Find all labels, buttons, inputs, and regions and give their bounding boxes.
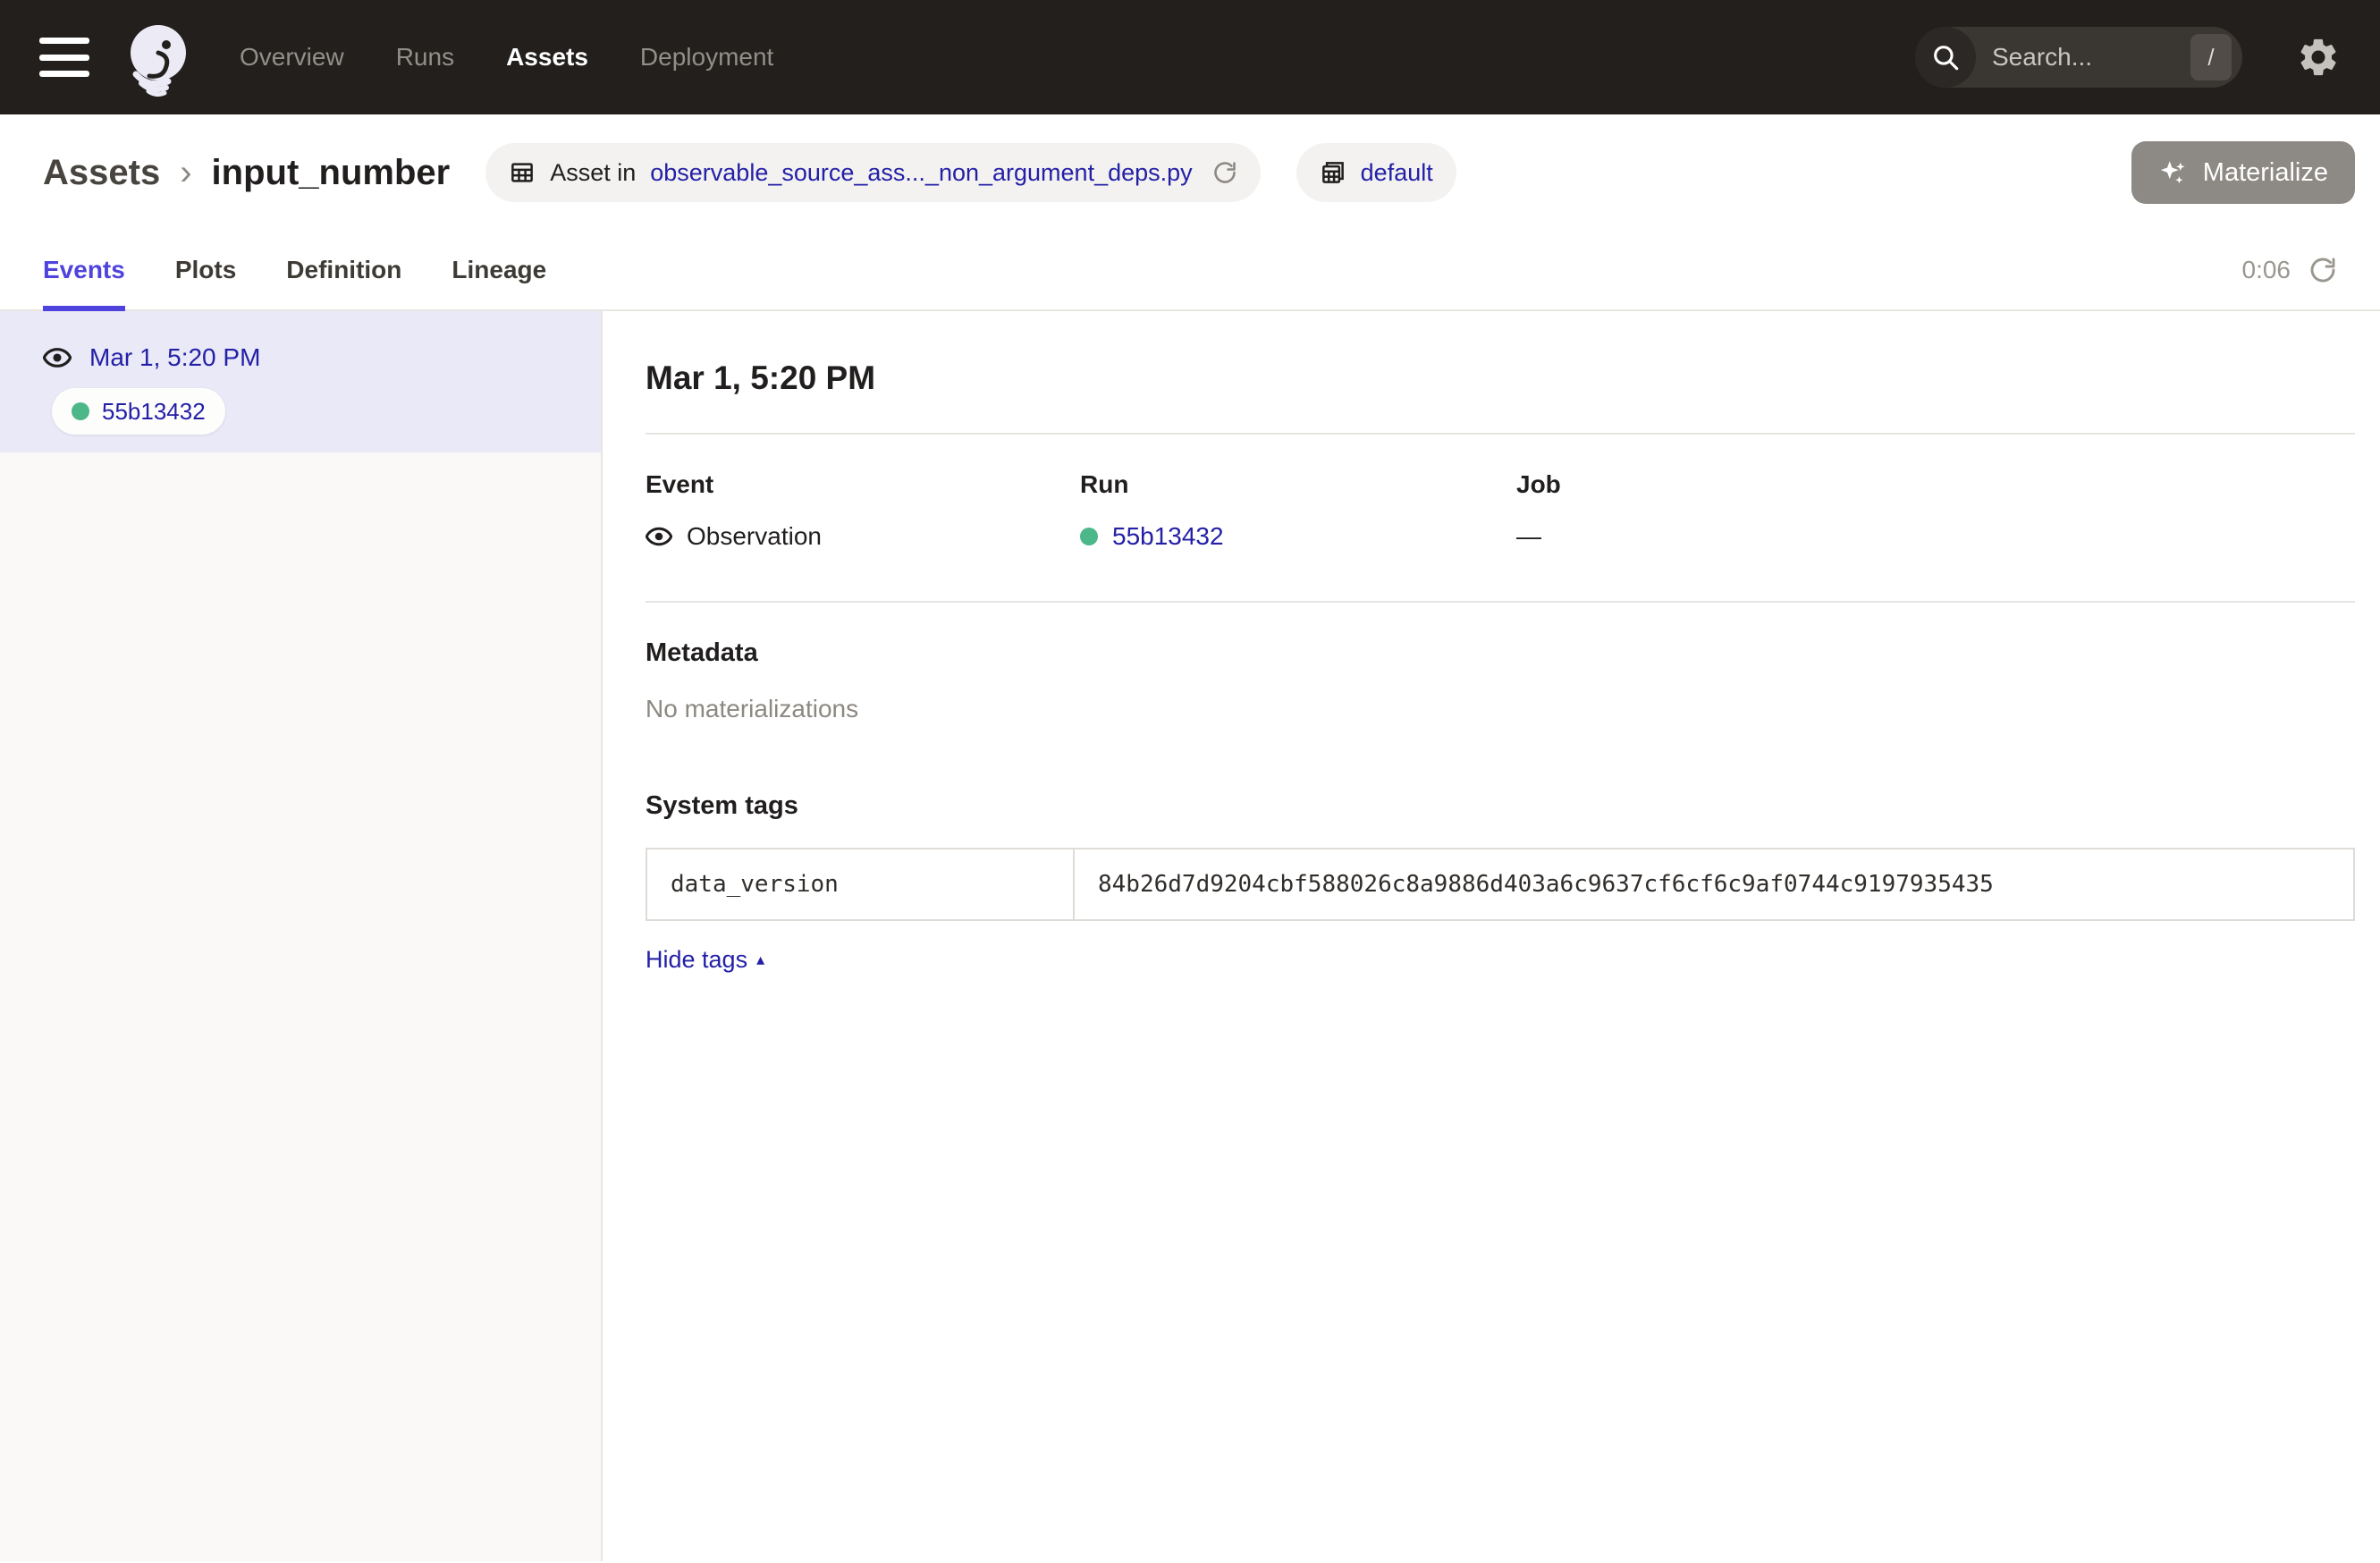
system-tags-table: data_version 84b26d7d9204cbf588026c8a988… xyxy=(646,848,2355,921)
refresh-icon[interactable] xyxy=(2308,256,2337,284)
sparkle-icon xyxy=(2158,157,2189,188)
divider xyxy=(646,601,2355,603)
observation-eye-icon xyxy=(43,343,72,372)
repository-icon xyxy=(1320,159,1346,186)
search-icon xyxy=(1915,27,1976,88)
event-detail-panel: Mar 1, 5:20 PM Event Observation Run xyxy=(603,311,2380,1561)
nav-item-overview[interactable]: Overview xyxy=(240,43,344,72)
nav-item-deployment[interactable]: Deployment xyxy=(640,43,773,72)
breadcrumb-asset-name: input_number xyxy=(212,153,451,193)
caret-up-icon: ▴ xyxy=(756,950,764,969)
asset-tabs: Events Plots Definition Lineage xyxy=(43,231,546,309)
tag-value-cell: 84b26d7d9204cbf588026c8a9886d403a6c9637c… xyxy=(1075,849,2353,919)
asset-in-label: Asset in xyxy=(550,159,636,187)
metadata-empty-text: No materializations xyxy=(646,695,2355,723)
nav-item-assets[interactable]: Assets xyxy=(506,43,588,72)
reload-definition-icon[interactable] xyxy=(1212,160,1237,185)
content-area: Mar 1, 5:20 PM 55b13432 Mar 1, 5:20 PM E… xyxy=(0,311,2380,1561)
run-id-link[interactable]: 55b13432 xyxy=(1112,522,1224,551)
breadcrumb-assets-link[interactable]: Assets xyxy=(43,153,160,193)
asset-source-file-link[interactable]: observable_source_ass..._non_argument_de… xyxy=(650,159,1192,187)
job-value: — xyxy=(1516,522,1541,551)
event-column-label: Event xyxy=(646,470,1080,499)
asset-definition-chip: Asset in observable_source_ass..._non_ar… xyxy=(485,143,1260,202)
event-list-sidebar: Mar 1, 5:20 PM 55b13432 xyxy=(0,311,603,1561)
primary-nav: Overview Runs Assets Deployment xyxy=(240,43,773,72)
tab-lineage[interactable]: Lineage xyxy=(452,231,546,311)
event-summary-columns: Event Observation Run 55b13432 xyxy=(646,470,2355,551)
gear-icon[interactable] xyxy=(2296,35,2341,80)
hide-tags-link[interactable]: Hide tags ▴ xyxy=(646,946,764,974)
asset-header-row: Assets › input_number Asset in observabl… xyxy=(0,114,2380,231)
tag-key-cell: data_version xyxy=(647,849,1075,919)
event-list-item-selected[interactable]: Mar 1, 5:20 PM 55b13432 xyxy=(0,311,601,452)
materialize-button[interactable]: Materialize xyxy=(2131,141,2355,204)
dagster-logo-icon[interactable] xyxy=(116,15,200,99)
divider xyxy=(646,433,2355,435)
repository-name: default xyxy=(1361,159,1433,187)
asset-tabs-row: Events Plots Definition Lineage 0:06 xyxy=(0,231,2380,311)
metadata-heading: Metadata xyxy=(646,638,2355,668)
event-detail-title: Mar 1, 5:20 PM xyxy=(646,359,2355,397)
search-shortcut-badge: / xyxy=(2190,34,2232,80)
search-input[interactable]: Search... / xyxy=(1915,27,2242,88)
run-status-dot xyxy=(1080,528,1098,545)
tab-events[interactable]: Events xyxy=(43,231,125,311)
top-nav-bar: Overview Runs Assets Deployment Search..… xyxy=(0,0,2380,114)
run-status-dot xyxy=(72,402,89,420)
tab-plots[interactable]: Plots xyxy=(175,231,236,311)
job-column-label: Job xyxy=(1516,470,2355,499)
run-id-chip[interactable]: 55b13432 xyxy=(52,388,225,435)
hide-tags-label: Hide tags xyxy=(646,946,747,974)
table-grid-icon xyxy=(509,159,536,186)
search-placeholder: Search... xyxy=(1992,43,2190,72)
hamburger-menu-icon[interactable] xyxy=(39,38,89,77)
run-column-label: Run xyxy=(1080,470,1516,499)
refresh-countdown: 0:06 xyxy=(2242,256,2291,284)
event-type-value: Observation xyxy=(687,522,822,551)
event-timestamp: Mar 1, 5:20 PM xyxy=(89,343,260,372)
breadcrumb-chevron-icon: › xyxy=(180,153,191,193)
nav-item-runs[interactable]: Runs xyxy=(396,43,454,72)
tab-definition[interactable]: Definition xyxy=(286,231,401,311)
repository-chip[interactable]: default xyxy=(1296,143,1456,202)
run-id-label: 55b13432 xyxy=(102,398,206,426)
materialize-label: Materialize xyxy=(2203,158,2328,188)
observation-eye-icon xyxy=(646,523,672,550)
system-tags-heading: System tags xyxy=(646,791,2355,821)
